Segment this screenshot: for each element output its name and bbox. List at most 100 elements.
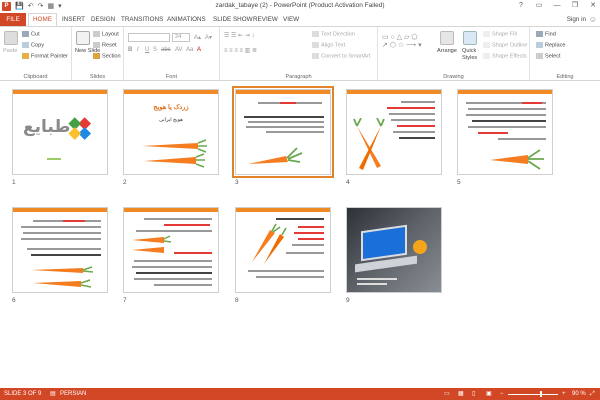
tab-file[interactable]: FILE <box>0 13 26 26</box>
slide-thumbnail-1[interactable]: طبایع <box>12 89 108 175</box>
text-line <box>498 138 546 140</box>
shrink-font-icon[interactable]: A▾ <box>205 34 212 41</box>
grow-font-icon[interactable]: A▴ <box>194 34 201 41</box>
text-line <box>399 137 435 139</box>
text-line <box>389 113 435 115</box>
slide-thumbnail-4[interactable] <box>346 89 442 175</box>
shape-fill-button[interactable]: Shape Fill <box>483 31 517 37</box>
slide-number-9: 9 <box>346 297 350 304</box>
bold-button[interactable]: B <box>128 47 132 53</box>
bullets-icon[interactable]: ☰ ☰ ⇤ ⇥ ↕ <box>224 32 254 39</box>
tab-design[interactable]: DESIGN <box>91 13 115 26</box>
text-line <box>357 283 387 285</box>
ribbon: Paste Cut Copy Format Painter Clipboard … <box>0 26 600 81</box>
font-color-button[interactable]: A <box>197 47 201 53</box>
tab-view[interactable]: VIEW <box>283 13 299 26</box>
section-button[interactable]: Section <box>93 53 121 59</box>
quick-styles-button[interactable]: Quick Styles <box>462 48 482 61</box>
slide-thumbnail-5[interactable] <box>457 89 553 175</box>
slide-number-5: 5 <box>457 179 461 186</box>
zoom-in-button[interactable]: + <box>562 388 566 400</box>
copy-button[interactable]: Copy <box>22 42 44 48</box>
slideshow-icon[interactable]: ▣ <box>486 388 492 400</box>
smartart-icon <box>312 53 319 59</box>
sign-in-link[interactable]: Sign in <box>567 13 586 26</box>
text-line <box>136 230 212 232</box>
underline-button[interactable]: U <box>145 47 149 53</box>
user-icon[interactable]: ☺ <box>589 15 597 24</box>
text-line <box>246 126 324 128</box>
text-line-highlight <box>298 238 324 240</box>
slide-number-3: 3 <box>235 179 239 186</box>
title-bar: P 💾 ↶ ↷ ▦ ▾ zardak_tabaye (2) - PowerPoi… <box>0 0 600 13</box>
convert-smartart-button[interactable]: Convert to SmartArt <box>312 53 370 59</box>
alignment-icons[interactable]: ≡ ≡ ≡ ≡ ▥ ≣ <box>224 47 257 54</box>
font-size-input[interactable]: 24 <box>172 33 190 42</box>
slide-thumbnail-3[interactable] <box>232 86 334 178</box>
slide-sorter-icon[interactable]: ▦ <box>458 388 464 400</box>
text-line <box>248 121 324 123</box>
select-button[interactable]: Select <box>536 53 561 59</box>
align-text-button[interactable]: Align Text <box>312 42 345 48</box>
shape-effects-button[interactable]: Shape Effects <box>483 53 527 59</box>
change-case-button[interactable]: Aa <box>186 47 193 53</box>
quick-styles-icon[interactable] <box>463 31 477 45</box>
language-indicator[interactable]: PERSIAN <box>60 388 86 400</box>
ribbon-display-icon[interactable]: ▭ <box>534 0 544 12</box>
slide-number-6: 6 <box>12 297 16 304</box>
proofing-icon[interactable]: ▤ <box>50 388 56 400</box>
paste-button[interactable]: Paste <box>3 48 17 54</box>
tab-home[interactable]: HOME <box>28 13 57 26</box>
italic-button[interactable]: I <box>137 47 139 53</box>
carrots-image <box>132 235 172 253</box>
tab-insert[interactable]: INSERT <box>62 13 85 26</box>
slide-thumbnail-8[interactable] <box>235 207 331 293</box>
copy-label: Copy <box>31 42 45 49</box>
shapes-gallery-icon[interactable]: ▭ ○ △ ▱ ⬠ ↗ ⬡ ☆ ⟶ ▾ <box>382 33 422 49</box>
close-icon[interactable]: ✕ <box>588 0 598 12</box>
strikethrough-button[interactable]: abc <box>161 47 171 53</box>
char-spacing-button[interactable]: AV <box>175 47 183 53</box>
font-name-input[interactable] <box>128 33 170 42</box>
paste-icon[interactable] <box>4 31 18 45</box>
reset-label: Reset <box>102 42 117 49</box>
text-line-highlight <box>298 226 324 228</box>
zoom-level[interactable]: 90 % <box>572 388 586 400</box>
text-line <box>248 270 324 272</box>
zoom-slider[interactable] <box>508 393 558 395</box>
tab-review[interactable]: REVIEW <box>253 13 278 26</box>
replace-button[interactable]: Replace <box>536 42 566 48</box>
arrange-icon[interactable] <box>440 31 454 45</box>
normal-view-icon[interactable]: ▭ <box>444 388 450 400</box>
ribbon-tabs: FILE HOME INSERT DESIGN TRANSITIONS ANIM… <box>0 13 600 26</box>
text-direction-label: Text Direction <box>321 31 355 38</box>
slide-thumbnail-6[interactable] <box>12 207 108 293</box>
arrange-button[interactable]: Arrange <box>437 48 457 54</box>
zoom-slider-thumb[interactable] <box>540 391 542 397</box>
shadow-button[interactable]: S <box>153 47 157 53</box>
zoom-out-button[interactable]: − <box>500 388 504 400</box>
slide-thumbnail-9[interactable] <box>346 207 442 293</box>
new-slide-icon[interactable] <box>76 31 90 45</box>
slide-thumbnail-2[interactable]: زردک یا هویج هویج ایرانی <box>123 89 219 175</box>
tab-slide-show[interactable]: SLIDE SHOW <box>213 13 253 26</box>
format-painter-button[interactable]: Format Painter <box>22 53 68 59</box>
fit-slide-icon[interactable]: ⤢ <box>590 388 595 400</box>
text-direction-button[interactable]: Text Direction <box>312 31 355 37</box>
text-line <box>134 278 212 280</box>
reset-button[interactable]: Reset <box>93 42 117 48</box>
font-group: 24 A▴ A▾ B I U S abc AV Aa A Font <box>124 27 220 81</box>
find-button[interactable]: Find <box>536 31 556 37</box>
restore-icon[interactable]: ❐ <box>570 0 580 12</box>
tab-animations[interactable]: ANIMATIONS <box>167 13 206 26</box>
text-line <box>144 218 212 220</box>
slide-thumbnail-7[interactable] <box>123 207 219 293</box>
tab-transitions[interactable]: TRANSITIONS <box>121 13 163 26</box>
help-icon[interactable]: ? <box>516 0 526 12</box>
layout-button[interactable]: Layout <box>93 31 119 37</box>
shape-outline-button[interactable]: Shape Outline <box>483 42 527 48</box>
cut-button[interactable]: Cut <box>22 31 40 37</box>
clipboard-group-label: Clipboard <box>23 74 48 80</box>
minimize-icon[interactable]: — <box>552 0 562 12</box>
reading-view-icon[interactable]: ▯ <box>472 388 475 400</box>
